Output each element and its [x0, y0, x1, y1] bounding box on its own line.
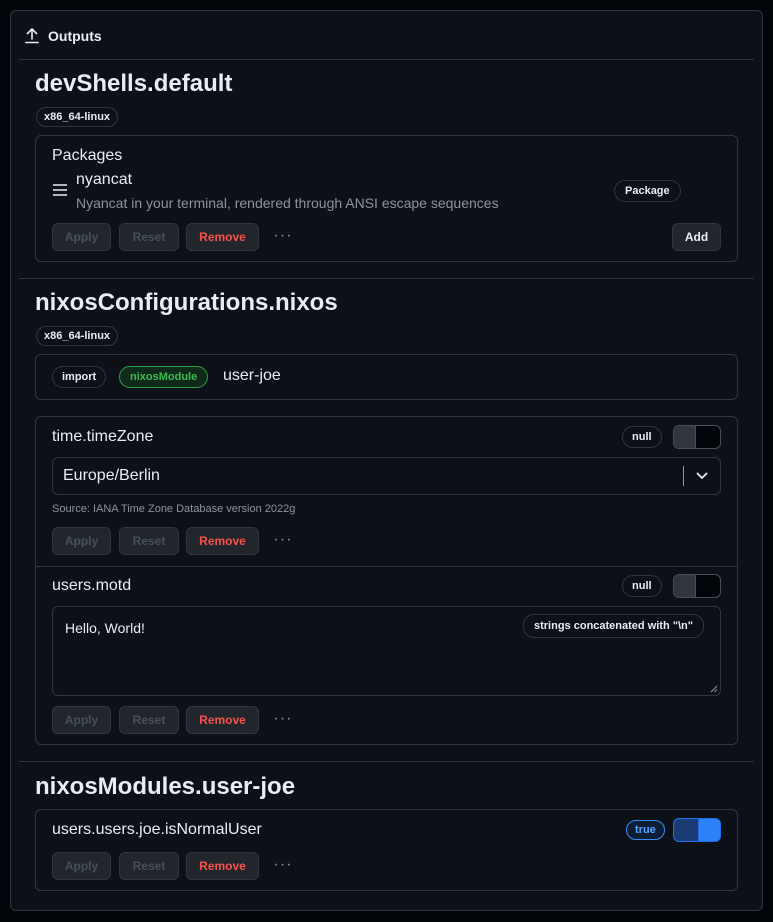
timezone-source: Source: IANA Time Zone Database version … [52, 503, 296, 515]
hamburger-menu-icon[interactable] [53, 184, 67, 196]
chevron-down-icon [696, 472, 708, 479]
resize-handle-icon[interactable] [710, 685, 718, 693]
remove-button[interactable]: Remove [186, 852, 259, 880]
divider [36, 566, 737, 567]
true-badge: true [626, 820, 665, 840]
package-type-badge: Package [614, 180, 681, 202]
more-options-icon[interactable]: ··· [272, 228, 294, 245]
divider [19, 761, 754, 762]
section-title-devshells: devShells.default [35, 70, 233, 97]
packages-label: Packages [52, 147, 123, 164]
timezone-label: time.timeZone [52, 428, 154, 445]
timezone-toggle[interactable] [673, 425, 721, 449]
package-name: nyancat [76, 171, 133, 188]
system-badge: x86_64-linux [36, 326, 119, 346]
apply-button[interactable]: Apply [52, 852, 111, 880]
nixos-module-badge: nixosModule [119, 366, 209, 388]
options-card: time.timeZone null Europe/Berlin Source:… [35, 416, 738, 745]
motd-toggle[interactable] [673, 574, 721, 598]
divider [19, 278, 754, 279]
divider [19, 59, 754, 60]
reset-button[interactable]: Reset [119, 527, 179, 555]
motd-textarea[interactable]: Hello, World! strings concatenated with … [52, 606, 721, 696]
apply-button[interactable]: Apply [52, 706, 111, 734]
merge-hint-badge: strings concatenated with "\n" [523, 614, 704, 638]
remove-button[interactable]: Remove [186, 527, 259, 555]
reset-button[interactable]: Reset [119, 852, 179, 880]
null-badge: null [622, 575, 662, 597]
outputs-title: Outputs [48, 28, 102, 44]
motd-value: Hello, World! [65, 620, 145, 636]
import-badge: import [52, 366, 107, 388]
add-button[interactable]: Add [672, 223, 721, 251]
reset-button[interactable]: Reset [119, 223, 179, 251]
module-option-card: users.users.joe.isNormalUser true Apply … [35, 809, 738, 891]
more-options-icon[interactable]: ··· [272, 711, 294, 728]
more-options-icon[interactable]: ··· [272, 857, 294, 874]
null-badge: null [622, 426, 662, 448]
system-badge: x86_64-linux [36, 107, 119, 127]
motd-label: users.motd [52, 577, 132, 594]
module-import-card: import nixosModule user-joe [35, 354, 738, 400]
apply-button[interactable]: Apply [52, 527, 111, 555]
timezone-select[interactable]: Europe/Berlin [52, 457, 721, 495]
timezone-value: Europe/Berlin [63, 467, 160, 484]
remove-button[interactable]: Remove [186, 706, 259, 734]
more-options-icon[interactable]: ··· [272, 532, 294, 549]
is-normal-user-label: users.users.joe.isNormalUser [52, 821, 262, 838]
remove-button[interactable]: Remove [186, 223, 259, 251]
reset-button[interactable]: Reset [119, 706, 179, 734]
package-description: Nyancat in your terminal, rendered throu… [76, 195, 499, 211]
is-normal-user-toggle[interactable] [673, 818, 721, 842]
section-title-modules: nixosModules.user-joe [35, 773, 296, 800]
packages-card: Packages nyancat Nyancat in your termina… [35, 135, 738, 262]
outputs-panel: Outputs devShells.default x86_64-linux P… [10, 10, 763, 911]
outputs-header: Outputs [25, 26, 102, 46]
upload-icon [25, 28, 39, 44]
module-name: user-joe [223, 367, 281, 384]
apply-button[interactable]: Apply [52, 223, 111, 251]
section-title-nixos: nixosConfigurations.nixos [35, 289, 338, 316]
